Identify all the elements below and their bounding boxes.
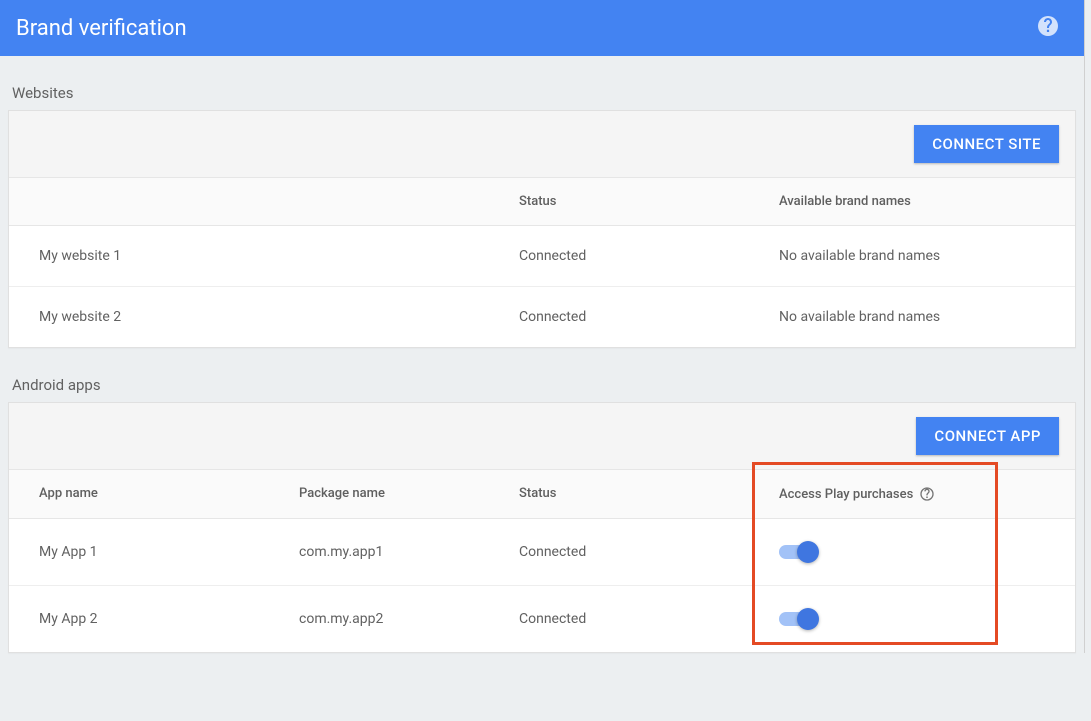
col-access-label: Access Play purchases [779, 487, 913, 502]
access-toggle[interactable] [779, 541, 819, 563]
col-package: Package name [277, 470, 497, 518]
app-name: My App 1 [17, 519, 277, 585]
website-status: Connected [497, 287, 757, 347]
websites-table-header: Status Available brand names [9, 178, 1075, 226]
col-status: Status [497, 178, 757, 225]
connect-site-button[interactable]: CONNECT SITE [914, 125, 1059, 163]
help-icon[interactable] [1036, 14, 1060, 42]
table-row: My website 1 Connected No available bran… [9, 226, 1075, 287]
apps-section-label: Android apps [8, 348, 1076, 402]
website-brands: No available brand names [757, 287, 1067, 347]
help-icon[interactable] [915, 486, 935, 502]
page-header: Brand verification [0, 0, 1084, 56]
app-access-toggle-cell [757, 586, 1067, 652]
col-app-name: App name [17, 470, 277, 518]
websites-card-actions: CONNECT SITE [9, 111, 1075, 178]
app-status: Connected [497, 519, 757, 585]
website-name: My website 2 [17, 287, 497, 347]
col-name [17, 178, 497, 225]
websites-card: CONNECT SITE Status Available brand name… [8, 110, 1076, 348]
table-row: My website 2 Connected No available bran… [9, 287, 1075, 347]
app-status: Connected [497, 586, 757, 652]
table-row: My App 1 com.my.app1 Connected [9, 519, 1075, 586]
col-access: Access Play purchases [757, 470, 1067, 518]
col-status: Status [497, 470, 757, 518]
website-status: Connected [497, 226, 757, 286]
access-toggle[interactable] [779, 608, 819, 630]
table-row: My App 2 com.my.app2 Connected [9, 586, 1075, 652]
col-brands: Available brand names [757, 178, 1067, 225]
website-brands: No available brand names [757, 226, 1067, 286]
app-access-toggle-cell [757, 519, 1067, 585]
websites-section-label: Websites [8, 56, 1076, 110]
page-title: Brand verification [16, 16, 187, 41]
connect-app-button[interactable]: CONNECT APP [916, 417, 1059, 455]
apps-card-actions: CONNECT APP [9, 403, 1075, 470]
app-package: com.my.app2 [277, 586, 497, 652]
app-package: com.my.app1 [277, 519, 497, 585]
website-name: My website 1 [17, 226, 497, 286]
apps-table-header: App name Package name Status Access Play… [9, 470, 1075, 519]
apps-card: CONNECT APP App name Package name Status… [8, 402, 1076, 653]
app-name: My App 2 [17, 586, 277, 652]
